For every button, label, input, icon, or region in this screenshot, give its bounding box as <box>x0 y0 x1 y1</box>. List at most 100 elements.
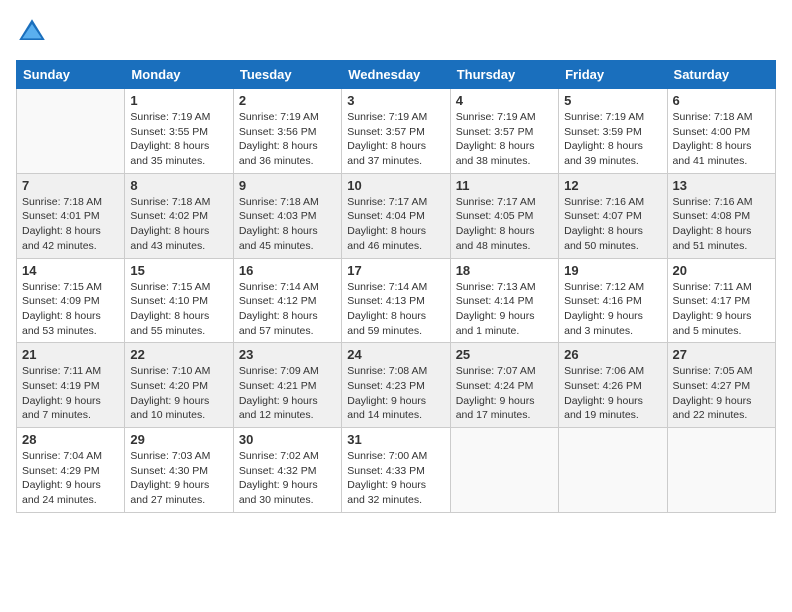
day-info: Sunrise: 7:19 AM Sunset: 3:55 PM Dayligh… <box>130 110 227 169</box>
calendar-week-row: 7 Sunrise: 7:18 AM Sunset: 4:01 PM Daylig… <box>17 173 776 258</box>
day-info: Sunrise: 7:17 AM Sunset: 4:04 PM Dayligh… <box>347 195 444 254</box>
day-info: Sunrise: 7:16 AM Sunset: 4:07 PM Dayligh… <box>564 195 661 254</box>
calendar-cell: 14 Sunrise: 7:15 AM Sunset: 4:09 PM Dayli… <box>17 258 125 343</box>
day-number: 22 <box>130 347 227 362</box>
day-number: 19 <box>564 263 661 278</box>
calendar-cell: 27 Sunrise: 7:05 AM Sunset: 4:27 PM Dayli… <box>667 343 775 428</box>
col-header-thursday: Thursday <box>450 61 558 89</box>
day-number: 17 <box>347 263 444 278</box>
calendar-cell: 5Sunrise: 7:19 AM Sunset: 3:59 PM Daylig… <box>559 89 667 174</box>
day-number: 31 <box>347 432 444 447</box>
day-number: 23 <box>239 347 336 362</box>
logo <box>16 16 52 48</box>
day-info: Sunrise: 7:18 AM Sunset: 4:00 PM Dayligh… <box>673 110 770 169</box>
logo-icon <box>16 16 48 48</box>
calendar-cell: 3 Sunrise: 7:19 AM Sunset: 3:57 PM Daylig… <box>342 89 450 174</box>
calendar-cell <box>17 89 125 174</box>
day-info: Sunrise: 7:14 AM Sunset: 4:12 PM Dayligh… <box>239 280 336 339</box>
calendar-cell <box>667 428 775 513</box>
day-info: Sunrise: 7:14 AM Sunset: 4:13 PM Dayligh… <box>347 280 444 339</box>
day-number: 8 <box>130 178 227 193</box>
day-info: Sunrise: 7:18 AM Sunset: 4:01 PM Dayligh… <box>22 195 119 254</box>
day-info: Sunrise: 7:11 AM Sunset: 4:19 PM Dayligh… <box>22 364 119 423</box>
day-info: Sunrise: 7:13 AM Sunset: 4:14 PM Dayligh… <box>456 280 553 339</box>
calendar-cell: 6Sunrise: 7:18 AM Sunset: 4:00 PM Daylig… <box>667 89 775 174</box>
calendar-cell: 15 Sunrise: 7:15 AM Sunset: 4:10 PM Dayli… <box>125 258 233 343</box>
calendar-cell: 16Sunrise: 7:14 AM Sunset: 4:12 PM Dayli… <box>233 258 341 343</box>
day-number: 15 <box>130 263 227 278</box>
calendar-cell: 23 Sunrise: 7:09 AM Sunset: 4:21 PM Dayli… <box>233 343 341 428</box>
day-info: Sunrise: 7:15 AM Sunset: 4:10 PM Dayligh… <box>130 280 227 339</box>
day-info: Sunrise: 7:12 AM Sunset: 4:16 PM Dayligh… <box>564 280 661 339</box>
calendar-cell: 2Sunrise: 7:19 AM Sunset: 3:56 PM Daylig… <box>233 89 341 174</box>
calendar-cell: 19 Sunrise: 7:12 AM Sunset: 4:16 PM Dayli… <box>559 258 667 343</box>
day-info: Sunrise: 7:18 AM Sunset: 4:02 PM Dayligh… <box>130 195 227 254</box>
calendar-cell: 28 Sunrise: 7:04 AM Sunset: 4:29 PM Dayli… <box>17 428 125 513</box>
day-number: 14 <box>22 263 119 278</box>
calendar-week-row: 1 Sunrise: 7:19 AM Sunset: 3:55 PM Daylig… <box>17 89 776 174</box>
calendar-cell: 25 Sunrise: 7:07 AM Sunset: 4:24 PM Dayli… <box>450 343 558 428</box>
calendar-cell: 24Sunrise: 7:08 AM Sunset: 4:23 PM Dayli… <box>342 343 450 428</box>
day-info: Sunrise: 7:19 AM Sunset: 3:57 PM Dayligh… <box>347 110 444 169</box>
calendar-cell: 26 Sunrise: 7:06 AM Sunset: 4:26 PM Dayli… <box>559 343 667 428</box>
day-number: 12 <box>564 178 661 193</box>
day-number: 13 <box>673 178 770 193</box>
day-info: Sunrise: 7:03 AM Sunset: 4:30 PM Dayligh… <box>130 449 227 508</box>
day-number: 7 <box>22 178 119 193</box>
calendar-cell: 22 Sunrise: 7:10 AM Sunset: 4:20 PM Dayli… <box>125 343 233 428</box>
calendar-cell <box>450 428 558 513</box>
day-number: 18 <box>456 263 553 278</box>
calendar-week-row: 14 Sunrise: 7:15 AM Sunset: 4:09 PM Dayli… <box>17 258 776 343</box>
day-info: Sunrise: 7:05 AM Sunset: 4:27 PM Dayligh… <box>673 364 770 423</box>
calendar-cell: 12 Sunrise: 7:16 AM Sunset: 4:07 PM Dayli… <box>559 173 667 258</box>
day-info: Sunrise: 7:10 AM Sunset: 4:20 PM Dayligh… <box>130 364 227 423</box>
day-number: 1 <box>130 93 227 108</box>
calendar-cell: 30Sunrise: 7:02 AM Sunset: 4:32 PM Dayli… <box>233 428 341 513</box>
day-number: 10 <box>347 178 444 193</box>
day-number: 27 <box>673 347 770 362</box>
day-number: 26 <box>564 347 661 362</box>
day-info: Sunrise: 7:17 AM Sunset: 4:05 PM Dayligh… <box>456 195 553 254</box>
col-header-wednesday: Wednesday <box>342 61 450 89</box>
calendar-cell: 29 Sunrise: 7:03 AM Sunset: 4:30 PM Dayli… <box>125 428 233 513</box>
day-info: Sunrise: 7:09 AM Sunset: 4:21 PM Dayligh… <box>239 364 336 423</box>
calendar-cell: 7 Sunrise: 7:18 AM Sunset: 4:01 PM Daylig… <box>17 173 125 258</box>
calendar-cell: 18 Sunrise: 7:13 AM Sunset: 4:14 PM Dayli… <box>450 258 558 343</box>
col-header-tuesday: Tuesday <box>233 61 341 89</box>
calendar-cell: 13 Sunrise: 7:16 AM Sunset: 4:08 PM Dayli… <box>667 173 775 258</box>
day-number: 9 <box>239 178 336 193</box>
day-number: 29 <box>130 432 227 447</box>
day-info: Sunrise: 7:19 AM Sunset: 3:59 PM Dayligh… <box>564 110 661 169</box>
day-info: Sunrise: 7:07 AM Sunset: 4:24 PM Dayligh… <box>456 364 553 423</box>
col-header-monday: Monday <box>125 61 233 89</box>
day-info: Sunrise: 7:08 AM Sunset: 4:23 PM Dayligh… <box>347 364 444 423</box>
col-header-friday: Friday <box>559 61 667 89</box>
calendar-cell: 4 Sunrise: 7:19 AM Sunset: 3:57 PM Daylig… <box>450 89 558 174</box>
day-number: 20 <box>673 263 770 278</box>
day-number: 28 <box>22 432 119 447</box>
calendar-cell: 10 Sunrise: 7:17 AM Sunset: 4:04 PM Dayli… <box>342 173 450 258</box>
day-info: Sunrise: 7:16 AM Sunset: 4:08 PM Dayligh… <box>673 195 770 254</box>
calendar-cell: 1 Sunrise: 7:19 AM Sunset: 3:55 PM Daylig… <box>125 89 233 174</box>
day-info: Sunrise: 7:11 AM Sunset: 4:17 PM Dayligh… <box>673 280 770 339</box>
day-number: 11 <box>456 178 553 193</box>
day-number: 21 <box>22 347 119 362</box>
calendar-cell <box>559 428 667 513</box>
day-info: Sunrise: 7:19 AM Sunset: 3:57 PM Dayligh… <box>456 110 553 169</box>
day-number: 2 <box>239 93 336 108</box>
day-number: 25 <box>456 347 553 362</box>
day-info: Sunrise: 7:00 AM Sunset: 4:33 PM Dayligh… <box>347 449 444 508</box>
day-number: 3 <box>347 93 444 108</box>
calendar-cell: 17 Sunrise: 7:14 AM Sunset: 4:13 PM Dayli… <box>342 258 450 343</box>
day-number: 4 <box>456 93 553 108</box>
calendar-cell: 21 Sunrise: 7:11 AM Sunset: 4:19 PM Dayli… <box>17 343 125 428</box>
day-info: Sunrise: 7:18 AM Sunset: 4:03 PM Dayligh… <box>239 195 336 254</box>
calendar-table: SundayMondayTuesdayWednesdayThursdayFrid… <box>16 60 776 513</box>
calendar-cell: 9 Sunrise: 7:18 AM Sunset: 4:03 PM Daylig… <box>233 173 341 258</box>
day-info: Sunrise: 7:15 AM Sunset: 4:09 PM Dayligh… <box>22 280 119 339</box>
day-info: Sunrise: 7:04 AM Sunset: 4:29 PM Dayligh… <box>22 449 119 508</box>
calendar-week-row: 28 Sunrise: 7:04 AM Sunset: 4:29 PM Dayli… <box>17 428 776 513</box>
calendar-cell: 8 Sunrise: 7:18 AM Sunset: 4:02 PM Daylig… <box>125 173 233 258</box>
day-info: Sunrise: 7:06 AM Sunset: 4:26 PM Dayligh… <box>564 364 661 423</box>
calendar-cell: 31 Sunrise: 7:00 AM Sunset: 4:33 PM Dayli… <box>342 428 450 513</box>
